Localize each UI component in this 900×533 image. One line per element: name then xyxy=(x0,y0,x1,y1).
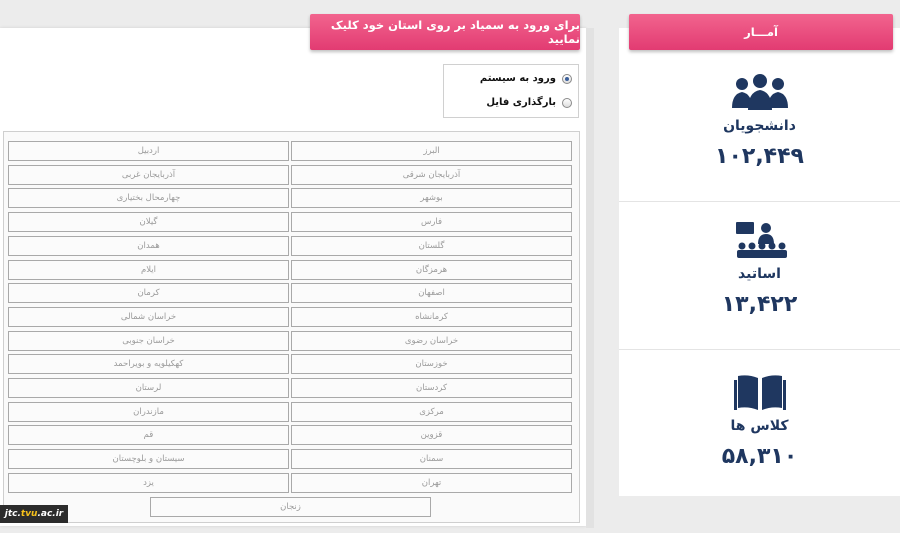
province-button[interactable]: کرمان xyxy=(8,283,289,303)
province-button[interactable]: بوشهر xyxy=(291,188,572,208)
province-button[interactable]: چهارمحال بختیاری xyxy=(8,188,289,208)
mode-radio-group: ورود به سیستم بارگذاری فایل xyxy=(443,64,579,118)
province-button[interactable]: البرز xyxy=(291,141,572,161)
province-button[interactable]: قم xyxy=(8,425,289,445)
students-label: دانشجویان xyxy=(723,118,796,134)
teachers-label: اساتید xyxy=(738,266,781,282)
province-button[interactable]: خراسان جنوبی xyxy=(8,331,289,351)
province-button[interactable]: لرستان xyxy=(8,378,289,398)
province-button[interactable]: گلستان xyxy=(291,236,572,256)
stat-teachers: اساتید ۱۳,۴۲۲ xyxy=(619,220,900,367)
province-button[interactable]: خراسان شمالی xyxy=(8,307,289,327)
book-icon xyxy=(733,375,786,410)
province-button[interactable]: اصفهان xyxy=(291,283,572,303)
province-button[interactable]: آذربایجان شرقی xyxy=(291,165,572,185)
province-button[interactable]: زنجان xyxy=(150,497,431,517)
radio-login[interactable]: ورود به سیستم xyxy=(480,73,572,84)
province-button[interactable]: آذربایجان غربی xyxy=(8,165,289,185)
province-button[interactable]: خراسان رضوی xyxy=(291,331,572,351)
stat-divider xyxy=(619,349,900,350)
province-button[interactable]: کهکیلویه و بویراحمد xyxy=(8,354,289,374)
radio-login-dot[interactable] xyxy=(562,73,572,84)
classes-label: کلاس ها xyxy=(730,418,789,434)
stat-classes: کلاس ها ۵۸,۳۱۰ xyxy=(619,372,900,519)
students-value: ۱۰۲,۴۴۹ xyxy=(715,144,804,169)
province-button[interactable]: فارس xyxy=(291,212,572,232)
radio-upload-label: بارگذاری فایل xyxy=(486,97,556,108)
province-button[interactable]: مرکزی xyxy=(291,402,572,422)
watermark-accent: tvu xyxy=(20,509,38,519)
province-button[interactable]: هرمزگان xyxy=(291,260,572,280)
teachers-icon xyxy=(735,222,787,258)
stat-divider xyxy=(619,201,900,202)
province-button[interactable]: کرمانشاه xyxy=(291,307,572,327)
province-button[interactable]: سیستان و بلوچستان xyxy=(8,449,289,469)
province-button[interactable]: قزوین xyxy=(291,425,572,445)
province-button[interactable]: همدان xyxy=(8,236,289,256)
province-button[interactable]: مازندران xyxy=(8,402,289,422)
classes-value: ۵۸,۳۱۰ xyxy=(721,444,798,469)
province-button[interactable]: گیلان xyxy=(8,212,289,232)
login-panel-header: برای ورود به سمیاد بر روی استان خود کلیک… xyxy=(310,14,580,50)
radio-upload-dot[interactable] xyxy=(562,97,572,108)
watermark-prefix: jtc. xyxy=(4,509,21,519)
province-button[interactable]: کردستان xyxy=(291,378,572,398)
province-button[interactable]: ایلام xyxy=(8,260,289,280)
site-watermark: jtc. tvu .ac.ir xyxy=(0,505,68,523)
watermark-suffix: .ac.ir xyxy=(37,509,64,519)
teachers-value: ۱۳,۴۲۲ xyxy=(721,292,798,317)
province-button[interactable]: سمنان xyxy=(291,449,572,469)
province-button[interactable]: اردبیل xyxy=(8,141,289,161)
province-button[interactable]: خوزستان xyxy=(291,354,572,374)
radio-login-label: ورود به سیستم xyxy=(479,73,556,84)
stats-header: آمـــار xyxy=(629,14,893,50)
province-button[interactable]: تهران xyxy=(291,473,572,493)
radio-upload[interactable]: بارگذاری فایل xyxy=(486,97,572,108)
province-button[interactable]: یزد xyxy=(8,473,289,493)
panel-shadow xyxy=(586,28,594,528)
stat-students: دانشجویان ۱۰۲,۴۴۹ xyxy=(619,72,900,219)
students-icon xyxy=(731,74,788,110)
